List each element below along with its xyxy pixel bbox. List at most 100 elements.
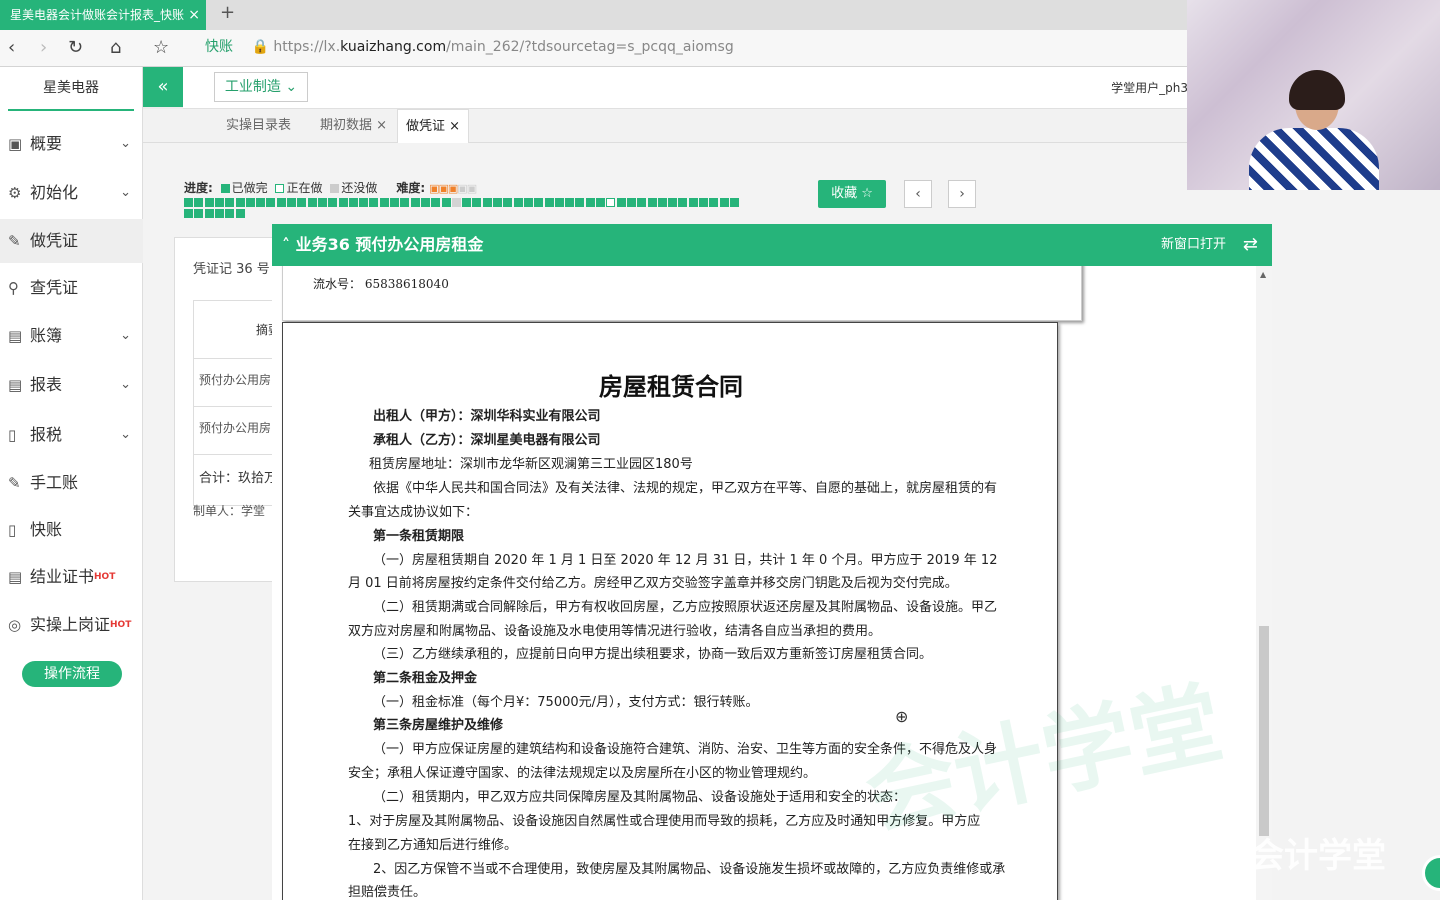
progress-block[interactable]: [513, 198, 523, 207]
address-bar[interactable]: 快账 🔒 https://lx.kuaizhang.com/main_262/?…: [205, 36, 734, 56]
progress-block[interactable]: [214, 198, 224, 207]
progress-block[interactable]: [451, 198, 461, 207]
open-new-window-link[interactable]: 新窗口打开: [1161, 224, 1226, 266]
progress-block[interactable]: [441, 198, 451, 207]
zoom-in-icon[interactable]: ⊕: [895, 707, 908, 726]
swap-icon[interactable]: ⇄: [1243, 224, 1258, 266]
progress-block[interactable]: [235, 198, 245, 207]
progress-block[interactable]: [699, 198, 708, 207]
collapse-sidebar-button[interactable]: «: [143, 67, 183, 107]
progress-block[interactable]: [204, 209, 214, 218]
close-tab-icon[interactable]: ×: [188, 0, 200, 30]
bookmark-star-icon[interactable]: ☆: [153, 37, 169, 58]
progress-block[interactable]: [596, 198, 605, 207]
progress-block[interactable]: [719, 198, 729, 207]
scroll-up-icon[interactable]: ▲: [1260, 270, 1266, 279]
table-row[interactable]: 预付办公用房: [194, 407, 284, 455]
table-row[interactable]: 预付办公用房: [194, 359, 284, 407]
sidebar-item-reports[interactable]: ▤ 报表 ⌄: [0, 363, 143, 407]
sidebar-item-tax[interactable]: ▯ 报税 ⌄: [0, 413, 143, 457]
progress-block[interactable]: [565, 198, 575, 207]
sidebar-item-make-voucher[interactable]: ✎ 做凭证: [0, 219, 143, 263]
progress-block[interactable]: [554, 198, 564, 207]
tab-make-voucher[interactable]: 做凭证 ×: [397, 109, 470, 143]
browser-tab[interactable]: 星美电器会计做账会计报表_快账 ×: [0, 0, 206, 30]
progress-block[interactable]: [390, 198, 399, 207]
progress-block[interactable]: [472, 198, 482, 207]
progress-block[interactable]: [606, 198, 616, 207]
sidebar-item-init[interactable]: ⚙ 初始化 ⌄: [0, 171, 143, 215]
progress-block[interactable]: [637, 198, 647, 207]
progress-block[interactable]: [245, 198, 255, 207]
sidebar-item-ledger[interactable]: ▤ 账簿 ⌄: [0, 314, 143, 358]
new-tab-button[interactable]: +: [220, 2, 235, 23]
panel-scrollbar[interactable]: ▲: [1256, 266, 1272, 900]
progress-block[interactable]: [585, 198, 595, 207]
reload-icon[interactable]: ↻: [68, 37, 83, 58]
home-icon[interactable]: ⌂: [110, 37, 121, 58]
progress-block[interactable]: [678, 198, 688, 207]
sidebar-item-query-voucher[interactable]: ⚲ 查凭证: [0, 266, 143, 310]
progress-block[interactable]: [317, 198, 327, 207]
progress-block[interactable]: [338, 198, 348, 207]
progress-block[interactable]: [287, 198, 296, 207]
progress-block[interactable]: [544, 198, 554, 207]
progress-block[interactable]: [194, 209, 204, 218]
progress-block[interactable]: [420, 198, 430, 207]
close-icon[interactable]: ×: [449, 119, 460, 134]
progress-block[interactable]: [328, 198, 338, 207]
tab-opening-data[interactable]: 期初数据 ×: [320, 109, 387, 143]
progress-block[interactable]: [668, 198, 678, 207]
back-icon[interactable]: ‹: [8, 37, 15, 58]
progress-block[interactable]: [266, 198, 276, 207]
progress-block[interactable]: [297, 198, 307, 207]
user-name[interactable]: 学堂用户_ph3: [1111, 79, 1188, 96]
prev-button[interactable]: ‹: [904, 180, 932, 208]
operation-flow-button[interactable]: 操作流程: [22, 661, 122, 687]
sidebar-item-job-cert[interactable]: ◎ 实操上岗证HOT: [0, 603, 143, 647]
forward-icon[interactable]: ›: [40, 37, 47, 58]
progress-block[interactable]: [709, 198, 719, 207]
progress-block[interactable]: [647, 198, 657, 207]
progress-block[interactable]: [276, 198, 286, 207]
progress-block[interactable]: [379, 198, 389, 207]
progress-block[interactable]: [503, 198, 513, 207]
progress-block[interactable]: [307, 198, 317, 207]
next-button[interactable]: ›: [948, 180, 976, 208]
progress-block[interactable]: [184, 209, 193, 218]
tab-catalog[interactable]: 实操目录表: [226, 109, 291, 143]
progress-block[interactable]: [359, 198, 369, 207]
progress-block[interactable]: [194, 198, 204, 207]
progress-block[interactable]: [400, 198, 410, 207]
progress-block[interactable]: [534, 198, 544, 207]
sidebar-item-overview[interactable]: ▣ 概要 ⌄: [0, 122, 143, 166]
progress-block[interactable]: [225, 209, 235, 218]
progress-block[interactable]: [482, 198, 492, 207]
favorite-button[interactable]: 收藏 ☆: [818, 180, 886, 208]
progress-block[interactable]: [688, 198, 698, 207]
progress-block[interactable]: [235, 209, 245, 218]
progress-block[interactable]: [214, 209, 224, 218]
progress-block[interactable]: [369, 198, 379, 207]
sidebar-item-certificate[interactable]: ▤ 结业证书HOT: [0, 555, 143, 599]
progress-block[interactable]: [626, 198, 636, 207]
collapse-up-icon[interactable]: ˄: [282, 235, 296, 254]
progress-block[interactable]: [575, 198, 585, 207]
progress-block[interactable]: [729, 198, 739, 207]
progress-block[interactable]: [225, 198, 235, 207]
progress-block[interactable]: [204, 198, 214, 207]
industry-select[interactable]: 工业制造 ⌄: [214, 72, 308, 102]
sidebar-item-manual-ledger[interactable]: ✎ 手工账: [0, 461, 143, 505]
progress-block[interactable]: [462, 198, 472, 207]
progress-block[interactable]: [493, 198, 502, 207]
progress-block[interactable]: [657, 198, 667, 207]
scroll-thumb[interactable]: [1259, 626, 1269, 836]
progress-block[interactable]: [431, 198, 441, 207]
progress-block[interactable]: [616, 198, 626, 207]
close-icon[interactable]: ×: [376, 118, 387, 133]
progress-block[interactable]: [523, 198, 533, 207]
progress-block[interactable]: [184, 198, 193, 207]
progress-block[interactable]: [256, 198, 266, 207]
sidebar-item-quick-account[interactable]: ▯ 快账: [0, 508, 143, 552]
progress-block[interactable]: [348, 198, 358, 207]
